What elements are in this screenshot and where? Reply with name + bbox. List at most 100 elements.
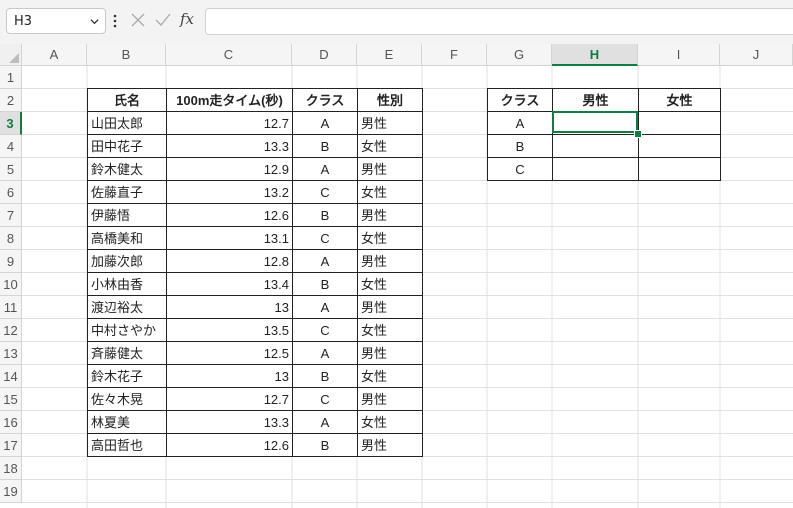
table-cell[interactable]: B	[292, 364, 358, 388]
row-header-3[interactable]: 3	[0, 112, 22, 135]
table-cell[interactable]: 林夏美	[87, 410, 167, 434]
row-header-1[interactable]: 1	[0, 66, 22, 89]
table-cell[interactable]: 女性	[357, 180, 423, 204]
table-cell[interactable]: 渡辺裕太	[87, 295, 167, 319]
table-cell[interactable]	[638, 111, 721, 135]
table-cell[interactable]: A	[292, 295, 358, 319]
row-header-6[interactable]: 6	[0, 181, 22, 204]
row-header-11[interactable]: 11	[0, 296, 22, 319]
table-header-cell[interactable]: クラス	[292, 88, 358, 112]
table-cell[interactable]: 男性	[357, 249, 423, 273]
table-cell[interactable]: A	[292, 249, 358, 273]
table-cell[interactable]: C	[292, 318, 358, 342]
table-cell[interactable]: 佐藤直子	[87, 180, 167, 204]
check-icon[interactable]	[155, 13, 171, 27]
column-header-a[interactable]: A	[22, 44, 87, 66]
table-cell[interactable]: 12.7	[166, 111, 293, 135]
column-header-e[interactable]: E	[357, 44, 422, 66]
table-cell[interactable]: 13.5	[166, 318, 293, 342]
table-cell[interactable]: 12.6	[166, 433, 293, 457]
table-cell[interactable]: 男性	[357, 387, 423, 411]
table-cell[interactable]: 女性	[357, 364, 423, 388]
fill-handle[interactable]	[634, 130, 642, 138]
row-header-8[interactable]: 8	[0, 227, 22, 250]
row-header-13[interactable]: 13	[0, 342, 22, 365]
table-header-cell[interactable]: クラス	[487, 88, 553, 112]
table-cell[interactable]: 12.7	[166, 387, 293, 411]
table-cell[interactable]: 12.8	[166, 249, 293, 273]
table-header-cell[interactable]: 性別	[357, 88, 423, 112]
table-cell[interactable]	[552, 157, 639, 181]
table-cell[interactable]: A	[292, 410, 358, 434]
table-cell[interactable]: A	[487, 111, 553, 135]
table-cell[interactable]: 加藤次郎	[87, 249, 167, 273]
table-cell[interactable]: 12.6	[166, 203, 293, 227]
table-cell[interactable]: 女性	[357, 410, 423, 434]
table-cell[interactable]: 鈴木健太	[87, 157, 167, 181]
table-cell[interactable]: 伊藤悟	[87, 203, 167, 227]
table-cell[interactable]: B	[292, 134, 358, 158]
table-cell[interactable]	[638, 157, 721, 181]
row-header-2[interactable]: 2	[0, 89, 22, 112]
table-cell[interactable]: 小林由香	[87, 272, 167, 296]
formula-input[interactable]	[205, 8, 793, 35]
table-cell[interactable]: 男性	[357, 341, 423, 365]
table-cell[interactable]: 鈴木花子	[87, 364, 167, 388]
more-options-icon[interactable]	[112, 12, 118, 30]
table-cell[interactable]: 13.4	[166, 272, 293, 296]
table-cell[interactable]: 男性	[357, 111, 423, 135]
table-cell[interactable]: 佐々木晃	[87, 387, 167, 411]
table-cell[interactable]: 山田太郎	[87, 111, 167, 135]
table-cell[interactable]: C	[487, 157, 553, 181]
table-cell[interactable]: 高田哲也	[87, 433, 167, 457]
table-cell[interactable]: C	[292, 387, 358, 411]
table-cell[interactable]: 12.5	[166, 341, 293, 365]
table-header-cell[interactable]: 100m走タイム(秒)	[166, 88, 293, 112]
row-header-15[interactable]: 15	[0, 388, 22, 411]
name-box[interactable]: H3	[6, 8, 106, 34]
row-header-5[interactable]: 5	[0, 158, 22, 181]
column-header-g[interactable]: G	[487, 44, 552, 66]
table-cell[interactable]: 女性	[357, 134, 423, 158]
table-cell[interactable]: 13	[166, 364, 293, 388]
table-cell[interactable]: 女性	[357, 272, 423, 296]
column-header-h[interactable]: H	[552, 44, 638, 66]
table-cell[interactable]	[638, 134, 721, 158]
row-header-19[interactable]: 19	[0, 480, 22, 503]
table-header-cell[interactable]: 氏名	[87, 88, 167, 112]
table-cell[interactable]: 13.1	[166, 226, 293, 250]
table-cell[interactable]: 男性	[357, 295, 423, 319]
row-header-10[interactable]: 10	[0, 273, 22, 296]
column-header-d[interactable]: D	[292, 44, 357, 66]
table-cell[interactable]: 女性	[357, 318, 423, 342]
table-cell[interactable]: A	[292, 341, 358, 365]
table-cell[interactable]: A	[292, 111, 358, 135]
table-cell[interactable]: 田中花子	[87, 134, 167, 158]
table-cell[interactable]: B	[487, 134, 553, 158]
select-all-corner[interactable]	[0, 44, 22, 66]
row-header-12[interactable]: 12	[0, 319, 22, 342]
table-cell[interactable]	[552, 134, 639, 158]
table-cell[interactable]: 13.3	[166, 134, 293, 158]
table-header-cell[interactable]: 女性	[638, 88, 721, 112]
table-cell[interactable]: 13.3	[166, 410, 293, 434]
row-header-16[interactable]: 16	[0, 411, 22, 434]
row-header-9[interactable]: 9	[0, 250, 22, 273]
table-cell[interactable]: A	[292, 157, 358, 181]
table-cell[interactable]: 男性	[357, 157, 423, 181]
table-cell[interactable]: 13.2	[166, 180, 293, 204]
table-cell[interactable]: C	[292, 226, 358, 250]
row-header-18[interactable]: 18	[0, 457, 22, 480]
table-cell[interactable]: B	[292, 433, 358, 457]
table-cell[interactable]: 12.9	[166, 157, 293, 181]
table-cell[interactable]: C	[292, 180, 358, 204]
row-header-4[interactable]: 4	[0, 135, 22, 158]
table-cell[interactable]: 男性	[357, 203, 423, 227]
table-cell[interactable]: 中村さやか	[87, 318, 167, 342]
column-header-f[interactable]: F	[422, 44, 487, 66]
close-icon[interactable]	[131, 13, 145, 27]
column-header-i[interactable]: I	[638, 44, 720, 66]
table-header-cell[interactable]: 男性	[552, 88, 639, 112]
table-cell[interactable]: 斉藤健太	[87, 341, 167, 365]
row-header-7[interactable]: 7	[0, 204, 22, 227]
